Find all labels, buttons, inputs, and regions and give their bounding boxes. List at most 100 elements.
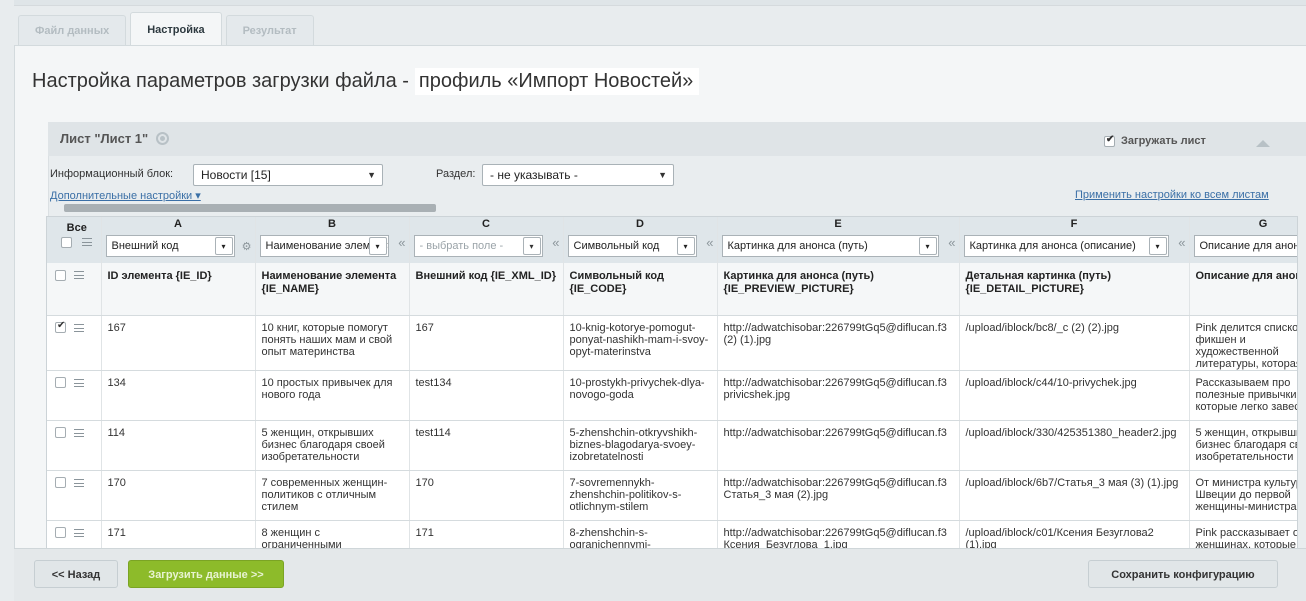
back-button[interactable]: << Назад [34,560,118,588]
field-select[interactable]: Описание для анонса [1193,235,1298,257]
extra-settings-link[interactable]: Дополнительные настройки ▾ [50,189,201,202]
table-cell: 10 простых привычек для нового года [255,370,410,421]
chevron-down-icon: ▾ [1148,237,1167,255]
field-select[interactable]: Картинка для анонса (описание) ▾ [963,235,1169,257]
tab-result[interactable]: Результат [225,15,314,45]
field-select[interactable]: Символьный код ▾ [567,235,697,257]
move-left-icon[interactable]: « [948,236,955,249]
table-cell: 167 [409,315,564,371]
table-cell: 134 [101,370,256,421]
table-row[interactable]: 114 5 женщин, открывших бизнес благодаря… [47,420,1297,471]
tab-settings[interactable]: Настройка [130,12,222,46]
move-left-icon[interactable]: « [706,236,713,249]
select-all-label: Все [66,222,87,234]
move-left-icon[interactable]: « [552,236,559,249]
move-left-icon[interactable]: « [398,236,405,249]
column-header: Описание для анонса {IE_PREVIEW_TEXT} [1189,263,1297,316]
table-cell: 5 женщин, открывших бизнес благодаря сво… [1189,420,1297,471]
field-select-value: - выбрать поле - [419,240,504,252]
field-select-value: Внешний код [111,240,179,252]
row-checkbox[interactable] [55,427,66,439]
table-cell: test134 [409,370,564,421]
menu-icon[interactable] [74,528,84,537]
column-letters-row: Все A B C D E F G [47,217,1297,263]
row-checkbox[interactable] [55,477,66,489]
chevron-down-icon: ▾ [676,237,695,255]
field-select-value: Картинка для анонса (путь) [727,240,868,252]
move-left-icon[interactable]: « [1178,236,1185,249]
iblock-label: Информационный блок: [50,168,174,180]
row-checkbox[interactable] [55,377,66,389]
table-cell: /upload/iblock/330/425351380_header2.jpg [959,420,1190,471]
field-select[interactable]: - выбрать поле - ▾ [413,235,543,257]
column-letter: D [563,217,718,231]
chevron-down-icon: ▾ [522,237,541,255]
column-header: Внешний код {IE_XML_ID} [409,263,564,316]
table-cell: 170 [409,470,564,521]
header-row: ID элемента {IE_ID} Наименование элемент… [47,263,1297,316]
table-cell: Рассказываем про полезные привычки, кото… [1189,370,1297,421]
field-cell: Наименование элемента ▾ « [255,231,410,263]
field-cell: Картинка для анонса (описание) ▾ « [959,231,1190,263]
table-cell: 170 [101,470,256,521]
table-cell: 10-knig-kotorye-pomogut-ponyat-nashikh-m… [563,315,718,371]
table-cell: 5-zhenshchin-otkryvshikh-biznes-blagodar… [563,420,718,471]
column-letter: A [101,217,256,231]
table-cell: 7 современных женщин-политиков с отличны… [255,470,410,521]
header-checkbox[interactable] [55,269,66,281]
table-row[interactable]: 134 10 простых привычек для нового года … [47,370,1297,421]
load-sheet-checkbox[interactable] [1104,134,1115,147]
collapse-arrow-icon[interactable] [1256,140,1270,147]
table-cell: test114 [409,420,564,471]
top-edge [14,0,1306,6]
gear-icon[interactable] [156,132,170,145]
column-letter: C [409,217,564,231]
horizontal-scrollbar[interactable] [64,204,436,212]
menu-icon[interactable] [74,271,84,280]
menu-icon[interactable] [74,323,84,332]
table-cell: 7-sovremennykh-zhenshchin-politikov-s-ot… [563,470,718,521]
page-title-prefix: Настройка параметров загрузки файла - [32,70,409,92]
load-data-button[interactable]: Загрузить данные >> [128,560,284,588]
field-cell: Картинка для анонса (путь) ▾ « [717,231,960,263]
field-select-value: Описание для анонса [1199,240,1298,252]
field-select[interactable]: Наименование элемента ▾ [259,235,389,257]
tab-data-file[interactable]: Файл данных [18,15,127,45]
gear-icon[interactable]: ⚙ [242,242,252,253]
iblock-value: Новости [15] [201,168,271,182]
row-checkbox[interactable] [55,527,66,539]
menu-icon[interactable] [74,378,84,387]
table-cell: 5 женщин, открывших бизнес благодаря сво… [255,420,410,471]
save-config-button[interactable]: Сохранить конфигурацию [1088,560,1278,588]
row-checkbox[interactable] [55,320,66,334]
select-all-cell: Все [47,217,102,263]
table-cell: Pink делится списком фикшен и художестве… [1189,315,1297,371]
apply-all-sheets-link[interactable]: Применить настройки ко всем листам [1075,189,1269,201]
section-select[interactable]: - не указывать - ▼ [482,164,674,186]
row-controls [47,370,102,421]
field-select[interactable]: Картинка для анонса (путь) ▾ [721,235,939,257]
table-cell: 114 [101,420,256,471]
tab-bar: Файл данных Настройка Результат [18,12,318,46]
menu-icon[interactable] [74,478,84,487]
table-cell: 167 [101,315,256,371]
load-sheet-toggle[interactable]: Загружать лист [1104,134,1206,147]
column-header: Детальная картинка (путь) {IE_DETAIL_PIC… [959,263,1190,316]
iblock-select[interactable]: Новости [15] ▼ [193,164,383,186]
section-label: Раздел: [436,168,476,180]
menu-icon[interactable] [82,238,93,247]
select-all-checkbox[interactable] [61,236,73,248]
row-controls [47,420,102,471]
field-select-value: Символьный код [573,240,660,252]
profile-name: профиль «Импорт Новостей» [414,68,700,95]
column-header: Наименование элемента {IE_NAME} [255,263,410,316]
table-cell: http://adwatchisobar:226799tGq5@diflucan… [717,420,960,471]
field-select[interactable]: Внешний код ▾ [105,235,235,257]
menu-icon[interactable] [74,428,84,437]
chevron-down-icon: ▾ [368,237,387,255]
table-row[interactable]: 170 7 современных женщин-политиков с отл… [47,470,1297,521]
table-row[interactable]: 167 10 книг, которые помогут понять наши… [47,315,1297,371]
field-cell: Символьный код ▾ « [563,231,718,263]
chevron-down-icon: ▼ [658,170,667,180]
table-cell: /upload/iblock/6b7/Статья_3 мая (3) (1).… [959,470,1190,521]
